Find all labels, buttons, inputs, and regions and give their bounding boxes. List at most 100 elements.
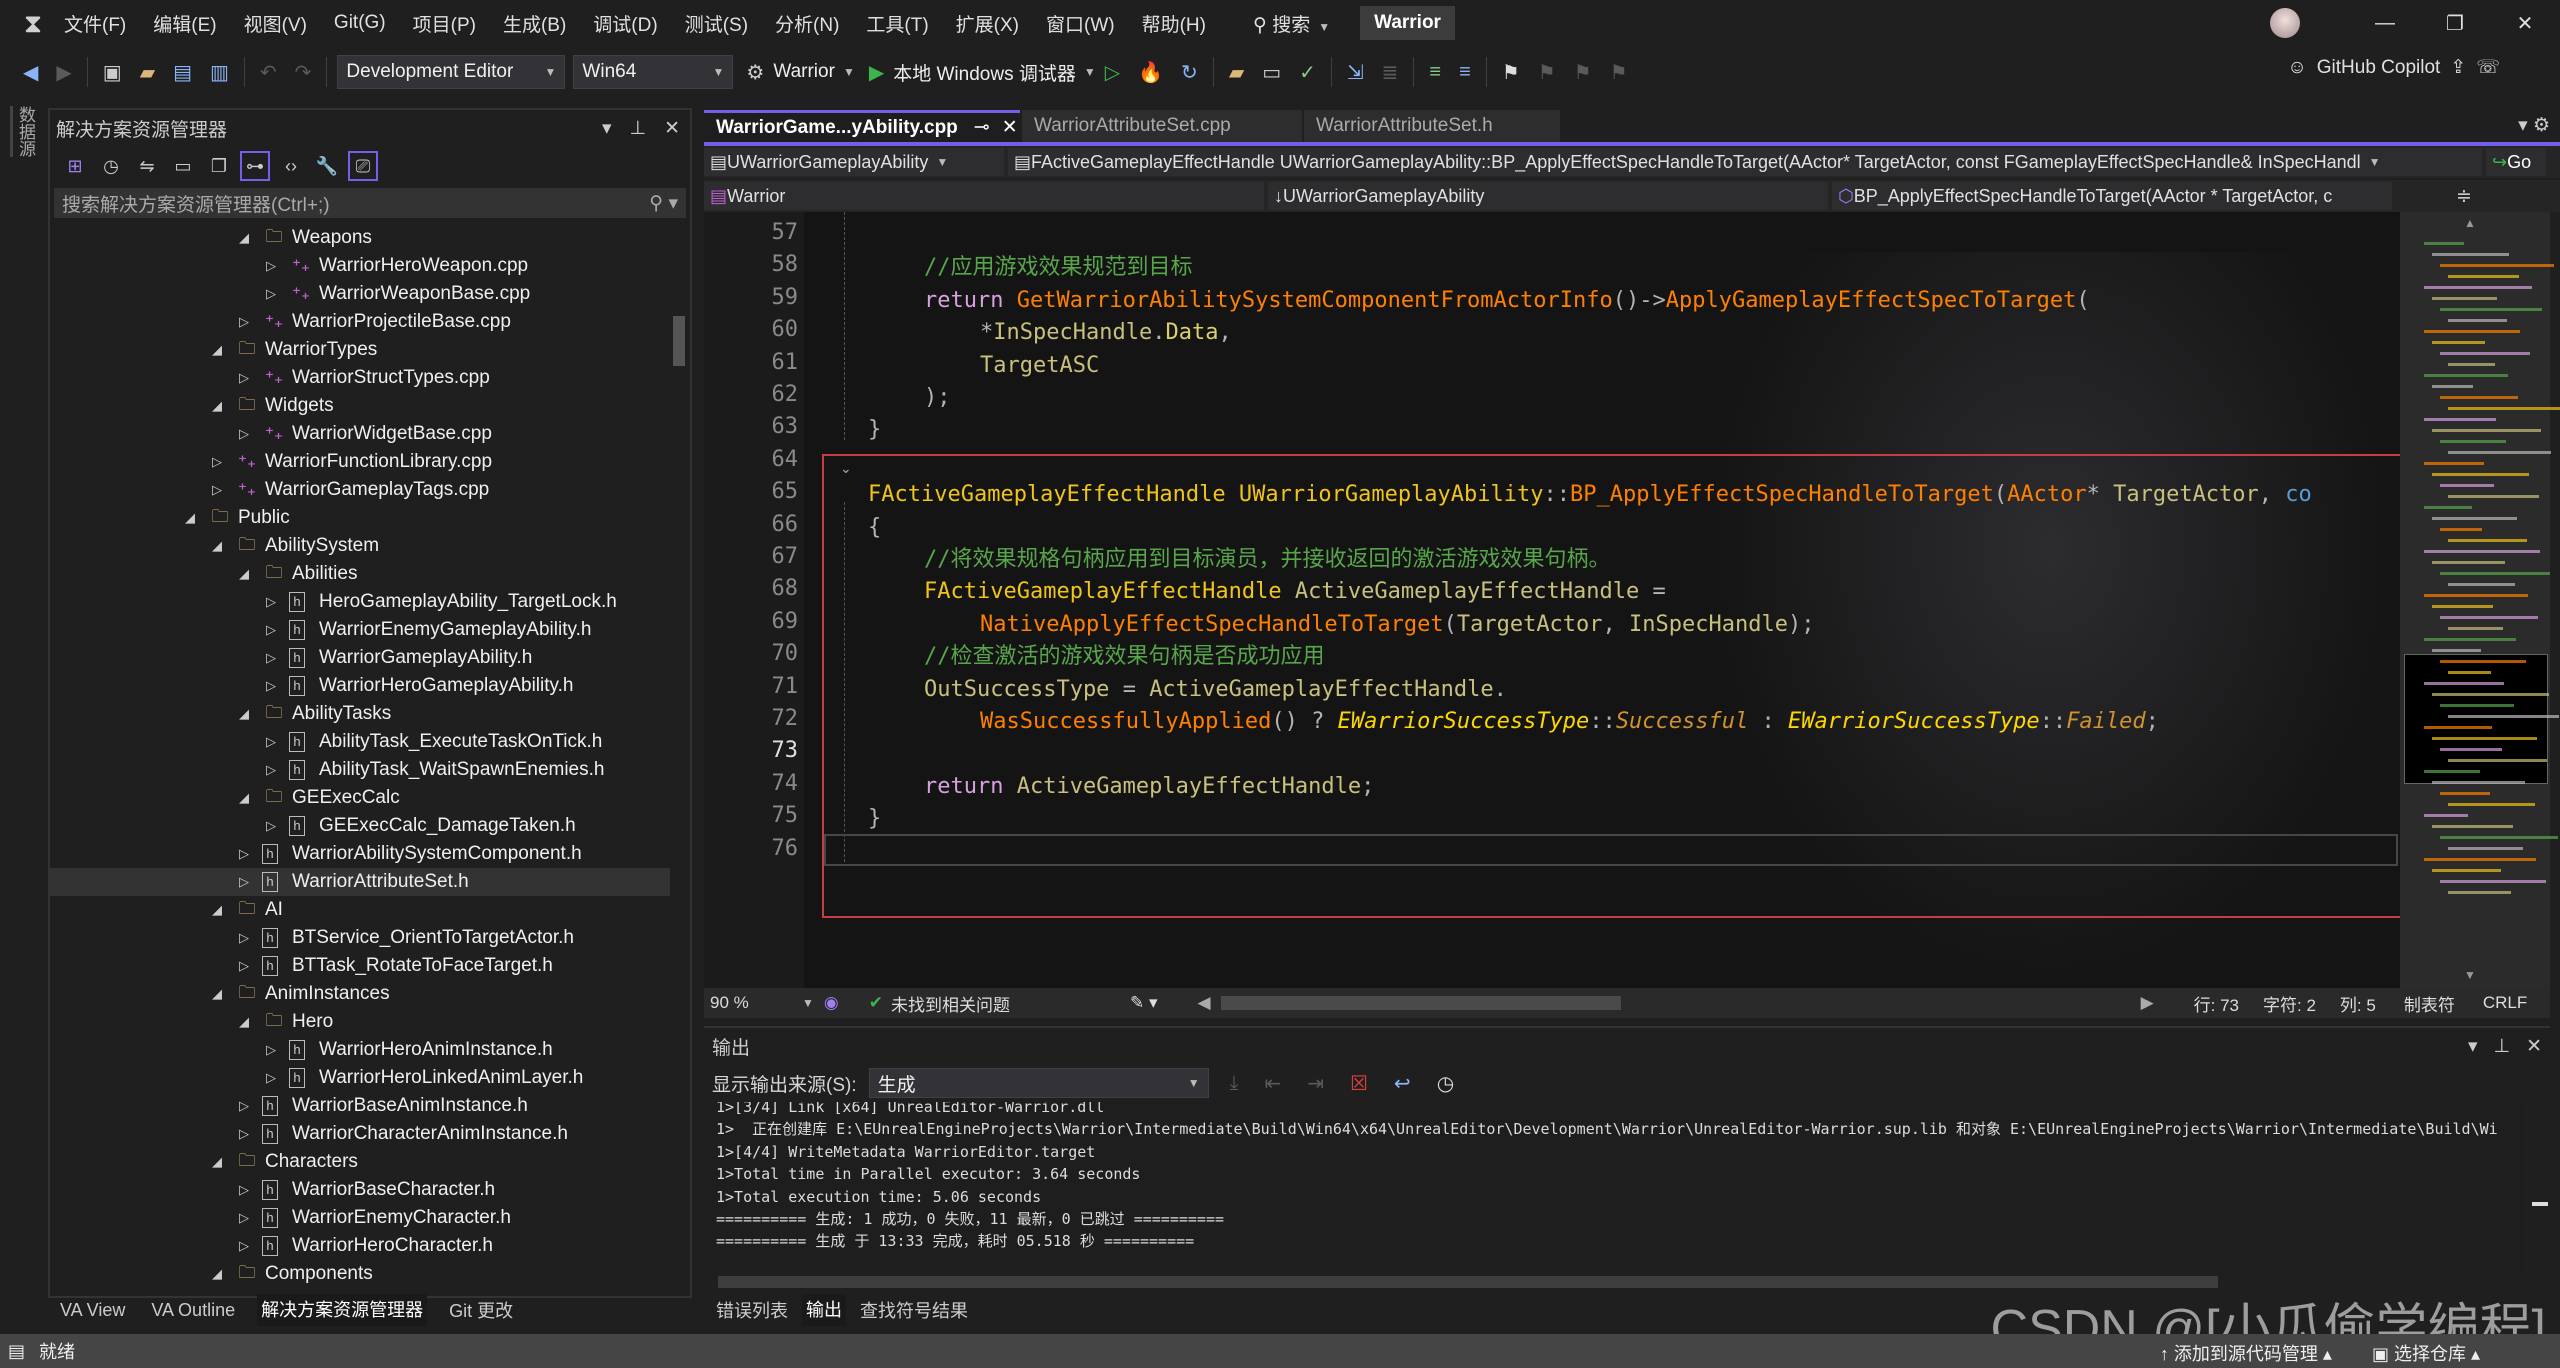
expanded-arrow-icon[interactable]: ◢ — [207, 902, 227, 918]
class-select[interactable]: ▤ UWarriorGameplayAbility ▼ — [704, 148, 1004, 176]
expanded-arrow-icon[interactable]: ◢ — [207, 538, 227, 554]
collapsed-arrow-icon[interactable]: ▷ — [261, 1070, 281, 1086]
expanded-arrow-icon[interactable]: ◢ — [234, 1014, 254, 1030]
tree-item[interactable]: ▷ ⁺₊ WarriorHeroWeapon.cpp — [50, 252, 670, 280]
expanded-arrow-icon[interactable]: ◢ — [234, 706, 254, 722]
collapsed-arrow-icon[interactable]: ▷ — [261, 286, 281, 302]
hot-reload-icon[interactable]: 🔥 — [1138, 60, 1163, 85]
collapsed-arrow-icon[interactable]: ▷ — [261, 818, 281, 834]
tab-warrior-attribute-set-h[interactable]: WarriorAttributeSet.h — [1304, 110, 1560, 142]
menu-project[interactable]: 项目(P) — [413, 10, 476, 37]
save-icon[interactable]: ▤ — [173, 60, 192, 85]
collapsed-arrow-icon[interactable]: ▷ — [234, 846, 254, 862]
next-bookmark-icon[interactable]: ⚑ — [1574, 60, 1592, 85]
tree-item[interactable]: ◢ 🗀 AI — [50, 896, 670, 924]
tree-item[interactable]: ◢ 🗀 AnimInstances — [50, 980, 670, 1008]
collapsed-arrow-icon[interactable]: ▷ — [234, 370, 254, 386]
code-view-icon[interactable]: ‹› — [276, 151, 306, 181]
expanded-arrow-icon[interactable]: ◢ — [234, 230, 254, 246]
vs-switch-view-icon[interactable]: ⊞ — [60, 151, 90, 181]
goto-error-icon[interactable]: ⤓ — [1230, 1072, 1239, 1095]
search-button[interactable]: ⚲ 搜索 ▼ — [1253, 10, 1330, 37]
output-vertical-scrollbar[interactable] — [2530, 1102, 2550, 1274]
menu-extensions[interactable]: 扩展(X) — [956, 10, 1019, 37]
collapsed-arrow-icon[interactable]: ▷ — [207, 482, 227, 498]
menu-tools[interactable]: 工具(T) — [866, 10, 928, 37]
menu-edit[interactable]: 编辑(E) — [153, 10, 216, 37]
scroll-up-icon[interactable]: ▲ — [2464, 216, 2476, 230]
close-icon[interactable]: ✕ — [664, 117, 680, 140]
tab-find-symbol-results[interactable]: 查找符号结果 — [856, 1295, 972, 1325]
collapsed-arrow-icon[interactable]: ▷ — [234, 1210, 254, 1226]
zoom-select[interactable]: 90 % — [704, 993, 794, 1013]
tree-item[interactable]: ▷ ⁺₊ WarriorFunctionLibrary.cpp — [50, 448, 670, 476]
data-source-tab[interactable]: 数据源 — [10, 106, 38, 157]
menu-test[interactable]: 测试(S) — [685, 10, 748, 37]
tree-item[interactable]: ▷ h BTTask_RotateToFaceTarget.h — [50, 952, 670, 980]
minimap-scrollbar[interactable]: ▲ ▼ — [2400, 212, 2560, 988]
timestamp-clock-icon[interactable]: ◷ — [1437, 1071, 1454, 1096]
menu-build[interactable]: 生成(B) — [503, 10, 566, 37]
play-icon[interactable]: ▶ — [869, 60, 884, 85]
scroll-thumb[interactable] — [673, 316, 685, 366]
sync-icon[interactable]: ⇋ — [132, 151, 162, 181]
collapsed-arrow-icon[interactable]: ▷ — [234, 874, 254, 890]
menu-analyze[interactable]: 分析(N) — [775, 10, 839, 37]
tree-item[interactable]: ▷ h WarriorBaseAnimInstance.h — [50, 1092, 670, 1120]
tab-error-list[interactable]: 错误列表 — [712, 1295, 792, 1325]
tree-item[interactable]: ▷ h WarriorAbilitySystemComponent.h — [50, 840, 670, 868]
tab-solution-explorer[interactable]: 解决方案资源管理器 — [257, 1294, 428, 1326]
close-tab-icon[interactable]: ✕ — [1002, 116, 1018, 139]
next-message-icon[interactable]: ⇥ — [1307, 1071, 1324, 1096]
properties-wrench-icon[interactable]: 🔧 — [312, 151, 342, 181]
output-text[interactable]: 1>[3/4] Link [x64] UnrealEditor-Warrior.… — [704, 1102, 2524, 1274]
feedback-icon[interactable]: ☏ — [2476, 56, 2500, 79]
refresh-icon[interactable]: ↻ — [1181, 60, 1198, 85]
tree-item[interactable]: ▷ h WarriorHeroLinkedAnimLayer.h — [50, 1064, 670, 1092]
expanded-arrow-icon[interactable]: ◢ — [234, 566, 254, 582]
collapsed-arrow-icon[interactable]: ▷ — [261, 1042, 281, 1058]
undo-icon[interactable]: ↶ — [260, 60, 277, 85]
tab-warrior-gameplay-ability-cpp[interactable]: WarriorGame...yAbility.cpp ⊸ ✕ — [704, 110, 1020, 142]
tree-item[interactable]: ◢ 🗀 Hero — [50, 1008, 670, 1036]
tree-item[interactable]: ◢ 🗀 GEExecCalc — [50, 784, 670, 812]
close-icon[interactable]: ✕ — [2526, 1035, 2542, 1058]
tree-item[interactable]: ▷ h WarriorBaseCharacter.h — [50, 1176, 670, 1204]
dropdown-icon[interactable]: ▾ — [2468, 1035, 2478, 1058]
back-icon[interactable]: ◀ — [23, 60, 38, 85]
add-source-control-button[interactable]: ↑ 添加到源代码管理 ▴ — [2160, 1340, 2332, 1366]
expanded-arrow-icon[interactable]: ◢ — [207, 1154, 227, 1170]
tree-item[interactable]: ◢ 🗀 Components — [50, 1260, 670, 1288]
history-icon[interactable]: ◷ — [96, 151, 126, 181]
tab-va-view[interactable]: VA View — [56, 1298, 129, 1323]
tree-item[interactable]: ▷ h WarriorAttributeSet.h — [50, 868, 670, 896]
spellcheck-icon[interactable]: ✓ — [1299, 60, 1316, 85]
tree-item[interactable]: ◢ 🗀 Weapons — [50, 224, 670, 252]
collapsed-arrow-icon[interactable]: ▷ — [234, 426, 254, 442]
new-project-icon[interactable]: ▣ — [103, 60, 122, 85]
platform-select[interactable]: Win64 ▼ — [573, 55, 734, 89]
pin-icon[interactable]: ⊥ — [630, 117, 647, 140]
expanded-arrow-icon[interactable]: ◢ — [180, 510, 200, 526]
solution-search-input[interactable]: 搜索解决方案资源管理器(Ctrl+;) ⚲ ▾ — [54, 188, 686, 218]
collapsed-arrow-icon[interactable]: ▷ — [234, 1098, 254, 1114]
select-repo-button[interactable]: ▣ 选择仓库 ▴ — [2372, 1340, 2480, 1366]
scope-select[interactable]: ↓ UWarriorGameplayAbility — [1268, 182, 1828, 210]
filter-icon[interactable]: ⊶ — [240, 151, 270, 181]
tree-item[interactable]: ▷ h BTService_OrientToTargetActor.h — [50, 924, 670, 952]
forward-icon[interactable]: ▶ — [56, 60, 71, 85]
pin-icon[interactable]: ⊸ — [974, 116, 990, 139]
run-without-debug-icon[interactable]: ▷ — [1105, 60, 1120, 85]
collapsed-arrow-icon[interactable]: ▷ — [261, 650, 281, 666]
pin-icon[interactable]: ⊥ — [2494, 1035, 2511, 1058]
clear-all-icon[interactable]: ☒ — [1350, 1071, 1368, 1096]
folder-icon[interactable]: ▰ — [1229, 60, 1244, 85]
expanded-arrow-icon[interactable]: ◢ — [234, 790, 254, 806]
comment-icon[interactable]: ≡ — [1429, 61, 1441, 84]
line-ending[interactable]: CRLF — [2483, 993, 2527, 1013]
tree-item[interactable]: ▷ h WarriorCharacterAnimInstance.h — [50, 1120, 670, 1148]
collapsed-arrow-icon[interactable]: ▷ — [234, 1238, 254, 1254]
code-area[interactable]: 57 58 59 60 61 62 63 64 65 66 67 68 69 70 71 72 73 74 75 76… — [704, 212, 2400, 988]
collapsed-arrow-icon[interactable]: ▷ — [234, 1126, 254, 1142]
share-icon[interactable]: ⇪ — [2450, 56, 2466, 79]
